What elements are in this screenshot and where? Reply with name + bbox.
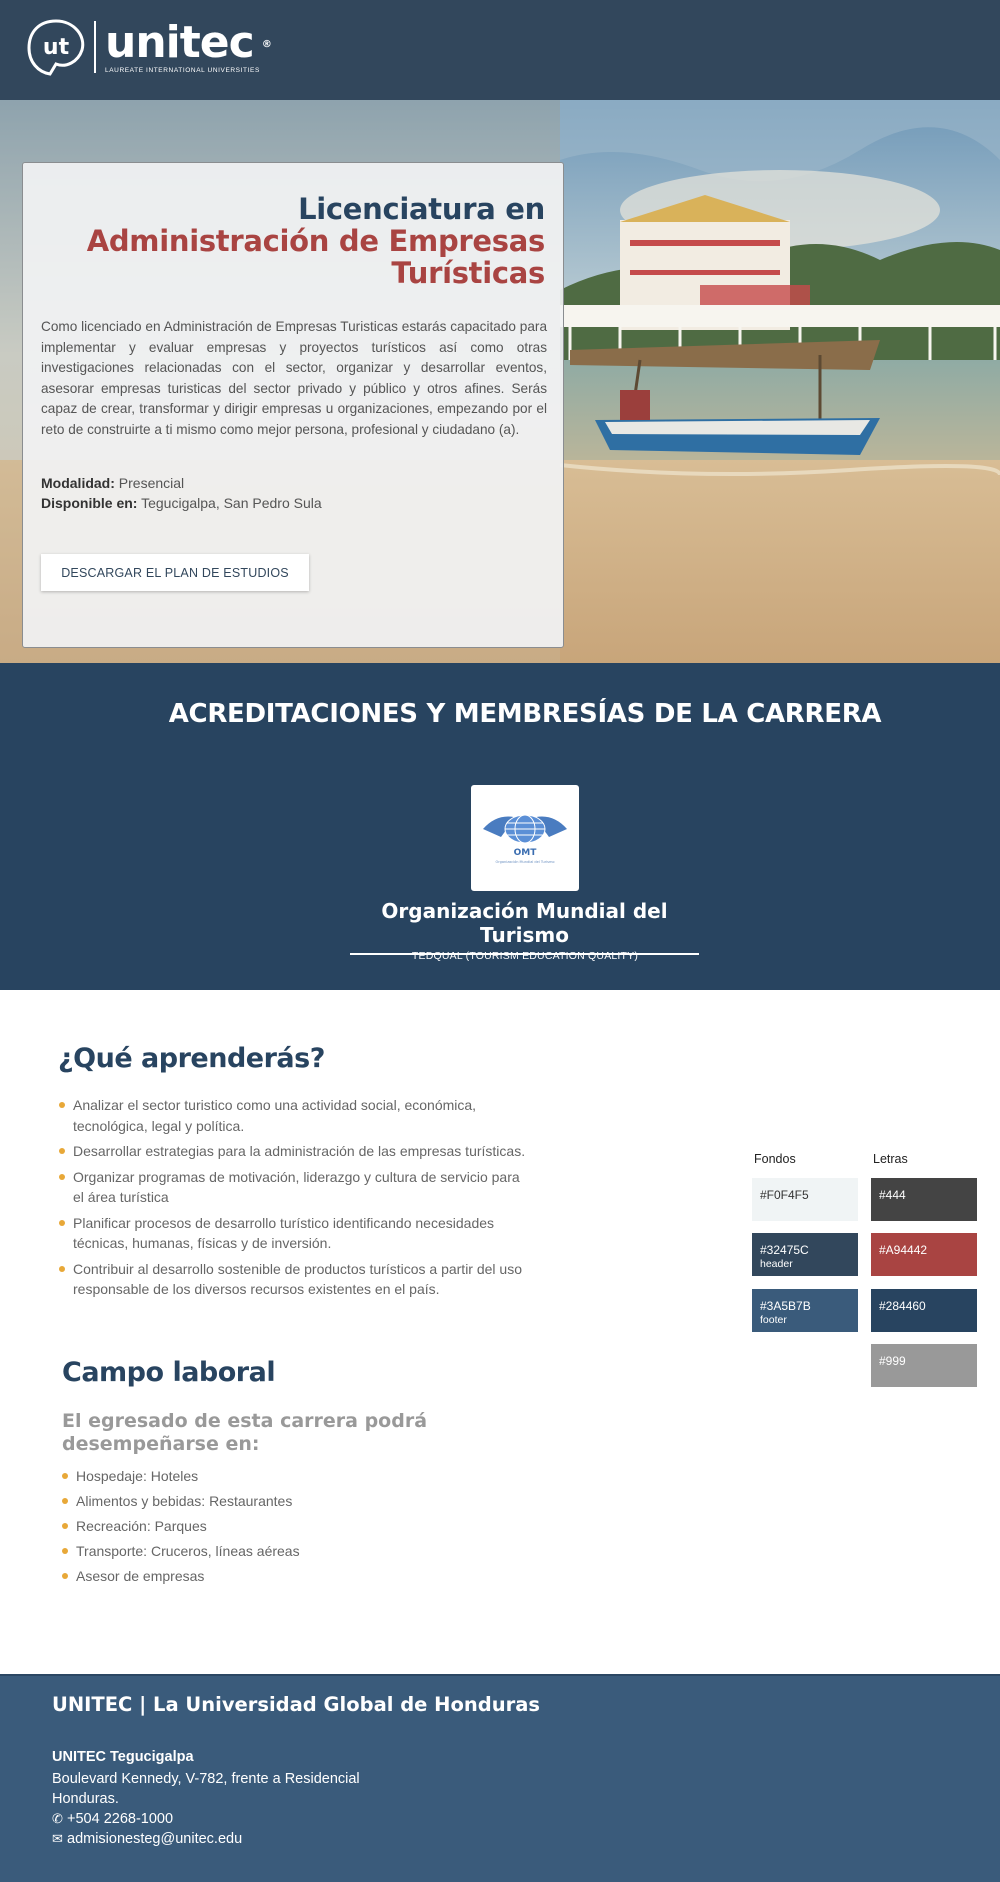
program-info-card: Licenciatura en Administración de Empres… xyxy=(22,162,564,648)
address-line: Boulevard Kennedy, V-782, frente a Resid… xyxy=(52,1771,360,1787)
download-study-plan-button[interactable]: DESCARGAR EL PLAN DE ESTUDIOS xyxy=(41,554,309,591)
swatch-fondo: #32475C header xyxy=(752,1233,858,1276)
work-field-subtitle: El egresado de esta carrera podrá desemp… xyxy=(62,1410,428,1455)
address-line: Honduras. xyxy=(52,1791,119,1807)
envelope-icon: ✉ xyxy=(52,1831,63,1846)
organization-program: TEDQUAL (TOURISM EDUCATION QUALITY) xyxy=(411,950,639,962)
email-row[interactable]: ✉ admisionesteg@unitec.edu xyxy=(52,1831,242,1847)
fondos-label: Fondos xyxy=(754,1152,796,1166)
accreditations-section: ACREDITACIONES Y MEMBRESÍAS DE LA CARRER… xyxy=(0,663,1000,990)
logo-divider xyxy=(94,21,96,73)
swatch-letra: #284460 xyxy=(871,1289,977,1332)
list-item: Analizar el sector turistico como una ac… xyxy=(58,1095,528,1136)
list-item: Alimentos y bebidas: Restaurantes xyxy=(61,1491,461,1512)
logo-subtitle: LAUREATE INTERNATIONAL UNIVERSITIES xyxy=(105,66,260,74)
list-item: Organizar programas de motivación, lider… xyxy=(58,1167,528,1208)
accreditations-title: ACREDITACIONES Y MEMBRESÍAS DE LA CARRER… xyxy=(168,699,882,729)
svg-text:ut: ut xyxy=(43,35,70,60)
work-field-list: Hospedaje: Hoteles Alimentos y bebidas: … xyxy=(61,1466,461,1591)
program-title: Licenciatura en Administración de Empres… xyxy=(86,192,546,290)
omt-logo[interactable]: OMT Organización Mundial del Turismo xyxy=(471,785,579,891)
swatch-letra: #444 xyxy=(871,1178,977,1221)
list-item: Contribuir al desarrollo sostenible de p… xyxy=(58,1259,528,1300)
list-item: Hospedaje: Hoteles xyxy=(61,1466,461,1487)
site-header: ut unitec ® LAUREATE INTERNATIONAL UNIVER… xyxy=(0,0,1000,100)
list-item: Transporte: Cruceros, líneas aéreas xyxy=(61,1541,461,1562)
logo-wordmark: unitec ® xyxy=(105,16,272,68)
swatch-letra: #A94442 xyxy=(871,1233,977,1276)
disponible-row: Disponible en: Tegucigalpa, San Pedro Su… xyxy=(41,495,322,511)
learn-list: Analizar el sector turistico como una ac… xyxy=(58,1095,528,1305)
campus-name: UNITEC Tegucigalpa xyxy=(52,1749,194,1765)
modalidad-row: Modalidad: Presencial xyxy=(41,475,185,491)
footer-title: UNITEC | La Universidad Global de Hondur… xyxy=(52,1693,540,1716)
list-item: Recreación: Parques xyxy=(61,1516,461,1537)
ut-logo-icon: ut xyxy=(27,19,85,76)
swatch-fondo: #3A5B7B footer xyxy=(752,1289,858,1332)
phone-row[interactable]: ✆ +504 2268-1000 xyxy=(52,1811,173,1827)
organization-name: Organización Mundial del Turismo xyxy=(350,899,699,955)
globe-icon: OMT Organización Mundial del Turismo xyxy=(483,814,567,864)
phone-icon: ✆ xyxy=(52,1811,63,1826)
svg-text:OMT: OMT xyxy=(514,848,538,858)
letras-label: Letras xyxy=(873,1152,908,1166)
list-item: Planificar procesos de desarrollo turíst… xyxy=(58,1213,528,1254)
swatch-fondo: #F0F4F5 xyxy=(752,1178,858,1221)
learn-title: ¿Qué aprenderás? xyxy=(58,1043,325,1074)
list-item: Asesor de empresas xyxy=(61,1566,461,1587)
program-description: Como licenciado en Administración de Emp… xyxy=(41,319,547,437)
swatch-letra: #999 xyxy=(871,1344,977,1387)
site-footer: UNITEC | La Universidad Global de Hondur… xyxy=(0,1674,1000,1882)
color-palette: Fondos Letras #F0F4F5 #32475C header #3A5… xyxy=(752,1150,978,1390)
svg-text:Organización Mundial del Turis: Organización Mundial del Turismo xyxy=(496,860,555,864)
work-field-title: Campo laboral xyxy=(62,1357,276,1388)
hero-section: Licenciatura en Administración de Empres… xyxy=(0,100,1000,663)
list-item: Desarrollar estrategias para la administ… xyxy=(58,1141,528,1162)
unitec-logo[interactable]: ut unitec ® LAUREATE INTERNATIONAL UNIVER… xyxy=(26,16,272,76)
